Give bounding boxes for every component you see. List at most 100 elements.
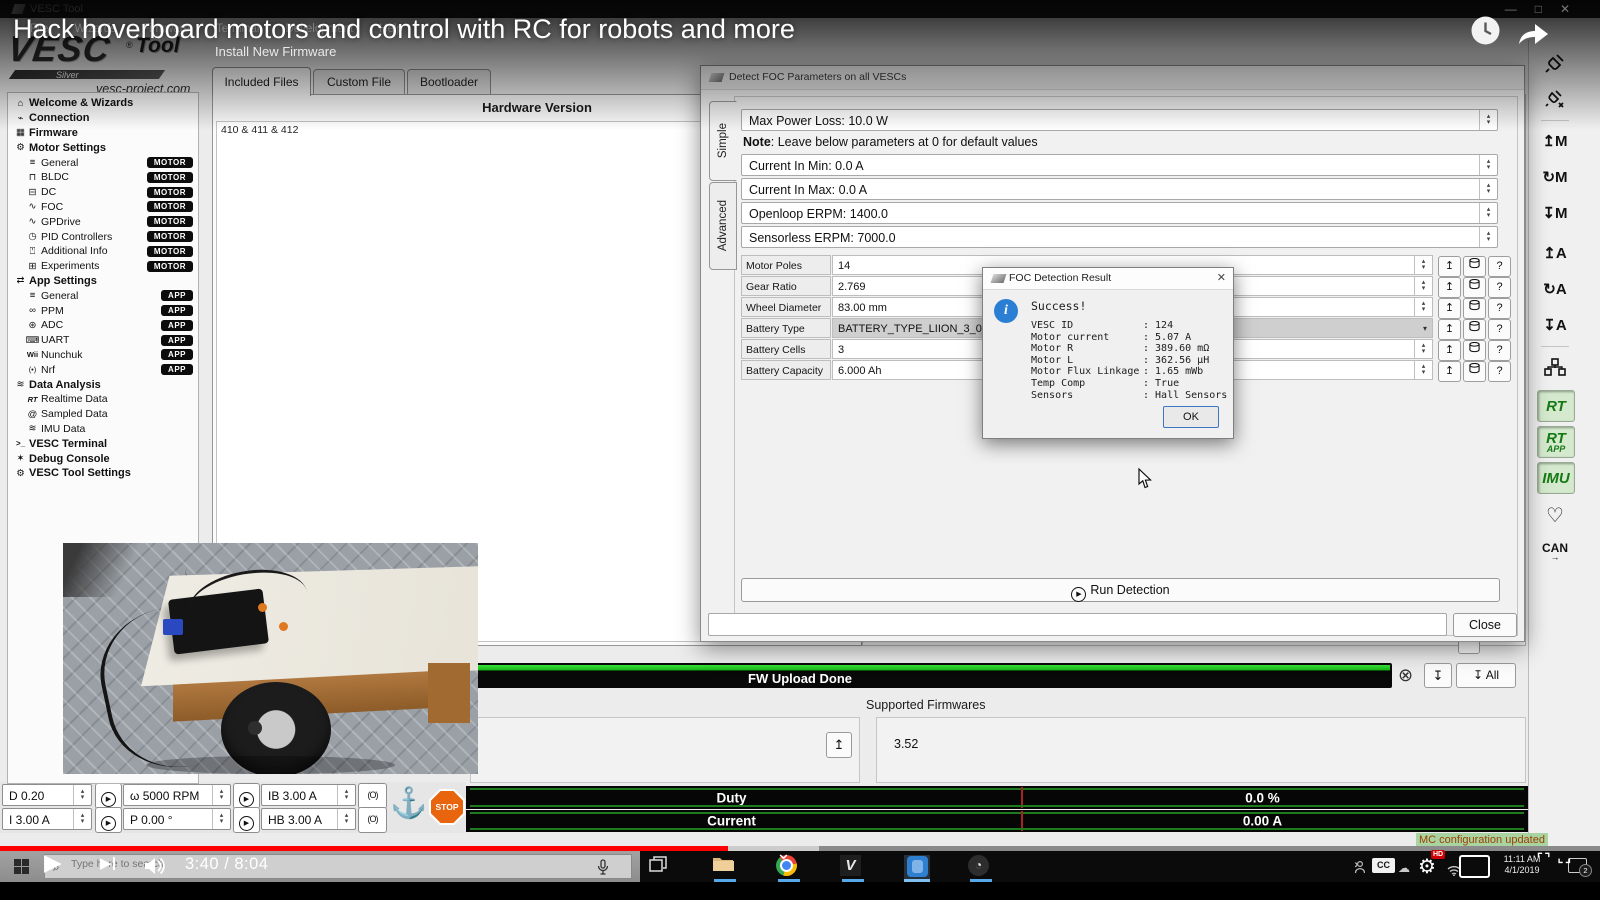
spinner-icon[interactable] bbox=[1414, 361, 1432, 379]
help-param-button[interactable]: ? bbox=[1488, 298, 1511, 319]
microphone-icon[interactable] bbox=[597, 859, 609, 880]
spinner-icon[interactable] bbox=[212, 785, 230, 805]
people-tray-icon[interactable] bbox=[1352, 860, 1365, 879]
sidebar-item-imu-data[interactable]: ≋IMU Data bbox=[8, 422, 198, 437]
close-icon[interactable]: ✕ bbox=[1560, 2, 1588, 16]
database-param-button[interactable] bbox=[1463, 256, 1486, 277]
video-progress-bar[interactable] bbox=[0, 846, 1600, 851]
spinner-icon[interactable] bbox=[1414, 277, 1432, 295]
sidebar-item-debug-console[interactable]: ✶Debug Console bbox=[8, 451, 198, 466]
sidebar-item-nunchuk[interactable]: WiiNunchukAPP bbox=[8, 348, 198, 363]
sidebar-item-connection[interactable]: ⌁Connection bbox=[8, 111, 198, 126]
tab-bootloader[interactable]: Bootloader bbox=[407, 69, 491, 95]
sidebar-item-data-analysis[interactable]: ≋Data Analysis bbox=[8, 377, 198, 392]
ok-button[interactable]: OK bbox=[1163, 406, 1219, 428]
handbrake-current-input[interactable]: HB 3.00 A bbox=[261, 808, 356, 830]
sidebar-item-motor-general[interactable]: ≡GeneralMOTOR bbox=[8, 155, 198, 170]
sidebar-item-firmware[interactable]: ▦Firmware bbox=[8, 126, 198, 141]
search-box[interactable]: ⌕ bbox=[44, 854, 632, 879]
sidebar-item-ppm[interactable]: ∞PPMAPP bbox=[8, 303, 198, 318]
share-icon[interactable] bbox=[1516, 16, 1552, 51]
video-title[interactable]: Hack hoverboard motors and control with … bbox=[13, 14, 795, 45]
can-scan-icon[interactable] bbox=[1537, 352, 1573, 382]
dialog-titlebar[interactable]: Detect FOC Parameters on all VESCs bbox=[701, 66, 1524, 90]
close-icon[interactable]: ✕ bbox=[1217, 271, 1226, 284]
tab-included-files[interactable]: Included Files bbox=[212, 67, 311, 96]
next-video-icon[interactable]: ▶ bbox=[100, 854, 115, 872]
help-param-button[interactable]: ? bbox=[1488, 361, 1511, 382]
run-position-button[interactable]: ▶ bbox=[233, 807, 260, 833]
help-param-button[interactable]: ? bbox=[1488, 256, 1511, 277]
spinner-icon[interactable] bbox=[1414, 298, 1432, 316]
obs-icon[interactable]: ◔ bbox=[968, 855, 994, 879]
current-setpoint-input[interactable]: I 3.00 A bbox=[2, 808, 92, 830]
tab-advanced[interactable]: Advanced bbox=[709, 182, 737, 270]
run-detection-button[interactable]: ▶Run Detection bbox=[741, 578, 1500, 602]
minimize-icon[interactable]: — bbox=[1505, 2, 1535, 16]
duty-setpoint-input[interactable]: D 0.20 bbox=[2, 784, 92, 806]
sidebar-item-welcome-wizards[interactable]: ⌂Welcome & Wizards bbox=[8, 96, 198, 111]
watch-later-icon[interactable] bbox=[1470, 15, 1501, 51]
database-param-button[interactable] bbox=[1463, 319, 1486, 340]
brake-current-input[interactable]: IB 3.00 A bbox=[261, 784, 356, 806]
volume-icon[interactable] bbox=[143, 857, 167, 880]
spinner-icon[interactable] bbox=[337, 809, 355, 829]
spinner-icon[interactable] bbox=[1479, 179, 1497, 199]
spinner-icon[interactable] bbox=[1479, 155, 1497, 175]
upload-param-button[interactable]: ↥ bbox=[1438, 340, 1461, 361]
help-param-button[interactable]: ? bbox=[1488, 277, 1511, 298]
database-param-button[interactable] bbox=[1463, 277, 1486, 298]
spinner-icon[interactable] bbox=[337, 785, 355, 805]
spinner-icon[interactable] bbox=[1414, 256, 1432, 274]
rpm-setpoint-input[interactable]: ω 5000 RPM bbox=[123, 784, 231, 806]
can-forward-icon[interactable]: CAN→ bbox=[1537, 536, 1573, 566]
brake-icon[interactable]: (O) bbox=[358, 783, 387, 809]
onedrive-cloud-icon[interactable]: ☁ bbox=[1398, 861, 1410, 875]
keyboard-control-heart-icon[interactable]: ♡ bbox=[1537, 500, 1573, 530]
position-setpoint-input[interactable]: P 0.00 ° bbox=[123, 808, 231, 830]
sidebar-item-dc[interactable]: ⊟DCMOTOR bbox=[8, 185, 198, 200]
help-param-button[interactable]: ? bbox=[1488, 340, 1511, 361]
spinner-icon[interactable] bbox=[73, 785, 91, 805]
reload-app-config-icon[interactable]: ↻A bbox=[1537, 274, 1573, 304]
realtime-app-icon[interactable]: RTAPP bbox=[1537, 426, 1575, 458]
imu-plot-icon[interactable]: IMU bbox=[1537, 462, 1575, 494]
cancel-upload-icon[interactable]: ⊗ bbox=[1398, 665, 1413, 686]
download-fw-button[interactable]: ↧ bbox=[1424, 663, 1452, 688]
handbrake-icon[interactable]: (O) bbox=[358, 807, 387, 833]
current-in-min-field[interactable]: Current In Min: 0.0 A bbox=[741, 154, 1498, 176]
run-duty-button[interactable]: ▶ bbox=[95, 783, 122, 809]
result-titlebar[interactable]: FOC Detection Result ✕ bbox=[983, 268, 1233, 290]
upload-param-button[interactable]: ↥ bbox=[1438, 298, 1461, 319]
sidebar-item-additional-info[interactable]: ⍞Additional InfoMOTOR bbox=[8, 244, 198, 259]
spinner-icon[interactable] bbox=[212, 809, 230, 829]
sidebar-item-motor-settings[interactable]: ⚙Motor Settings bbox=[8, 140, 198, 155]
sidebar-item-gpdrive[interactable]: ∿GPDriveMOTOR bbox=[8, 214, 198, 229]
miniplayer-icon[interactable] bbox=[1459, 855, 1490, 878]
sensorless-erpm-field[interactable]: Sensorless ERPM: 7000.0 bbox=[741, 226, 1498, 248]
remote-app-icon[interactable] bbox=[904, 855, 930, 879]
download-all-fw-button[interactable]: ↧ All bbox=[1456, 663, 1516, 688]
spinner-icon[interactable] bbox=[1479, 203, 1497, 223]
upload-param-button[interactable]: ↥ bbox=[1438, 277, 1461, 298]
openloop-erpm-field[interactable]: Openloop ERPM: 1400.0 bbox=[741, 202, 1498, 224]
realtime-data-icon[interactable]: RT bbox=[1537, 390, 1575, 422]
connect-icon[interactable] bbox=[1537, 48, 1573, 78]
vesc-taskbar-icon[interactable]: V bbox=[840, 855, 866, 879]
sidebar-item-realtime-data[interactable]: RTRealtime Data bbox=[8, 392, 198, 407]
spinner-icon[interactable] bbox=[73, 809, 91, 829]
stop-button[interactable]: STOP bbox=[429, 789, 465, 825]
write-motor-config-icon[interactable]: ↧M bbox=[1537, 198, 1573, 228]
sidebar-item-app-settings[interactable]: ⇄App Settings bbox=[8, 274, 198, 289]
file-explorer-icon[interactable] bbox=[712, 855, 738, 879]
upload-param-button[interactable]: ↥ bbox=[1438, 319, 1461, 340]
sidebar-item-experiments[interactable]: ⊞ExperimentsMOTOR bbox=[8, 259, 198, 274]
captions-button[interactable]: CC bbox=[1372, 858, 1395, 873]
upload-param-button[interactable]: ↥ bbox=[1438, 361, 1461, 382]
database-param-button[interactable] bbox=[1463, 340, 1486, 361]
spinner-icon[interactable] bbox=[1479, 110, 1497, 130]
run-rpm-button[interactable]: ▶ bbox=[233, 783, 260, 809]
help-param-button[interactable]: ? bbox=[1488, 319, 1511, 340]
task-view-icon[interactable] bbox=[648, 855, 674, 879]
spinner-icon[interactable] bbox=[1479, 227, 1497, 247]
